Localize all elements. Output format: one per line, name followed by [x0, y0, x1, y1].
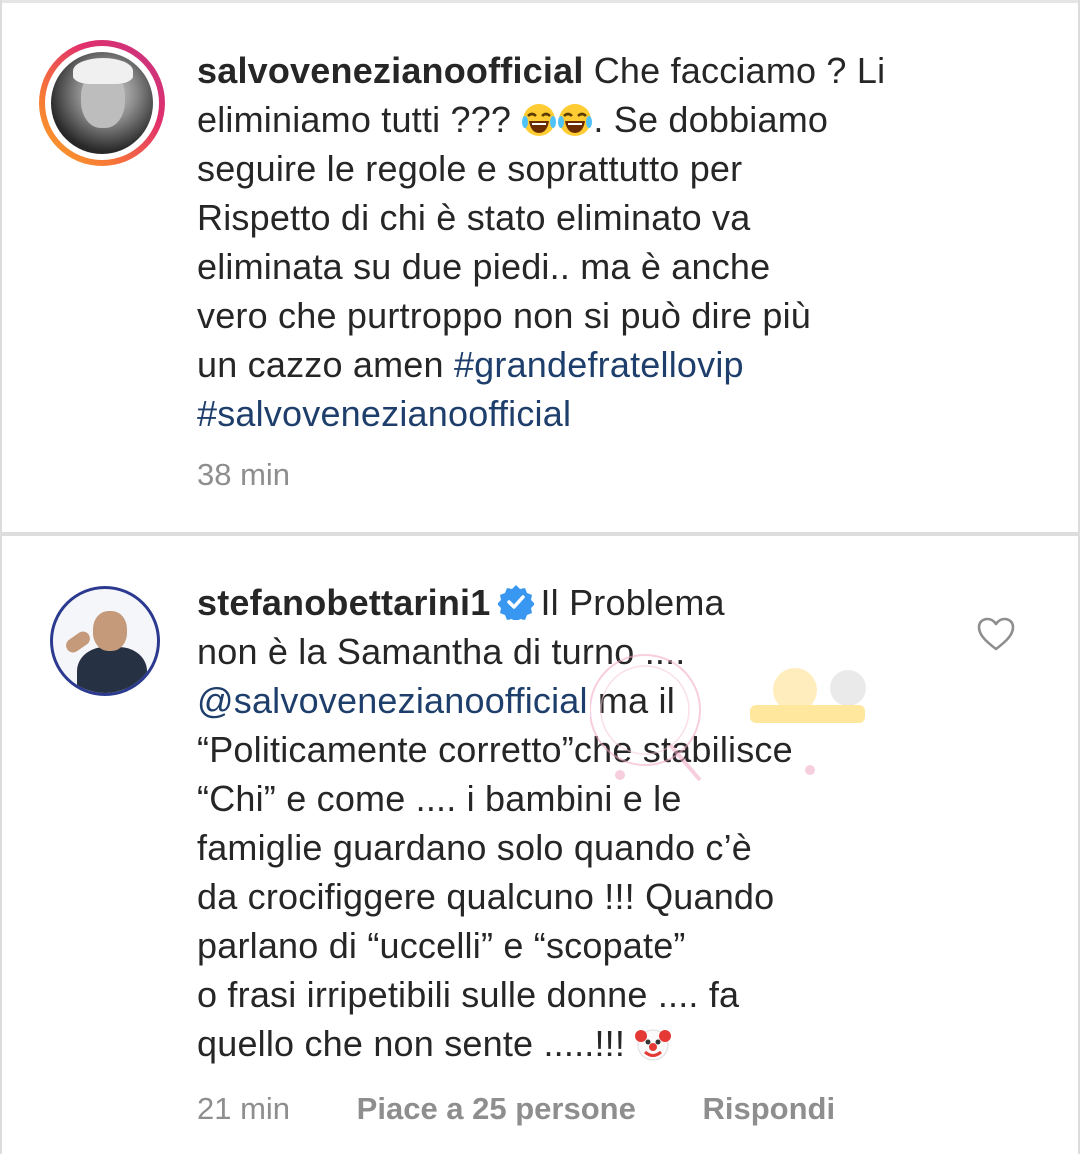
avatar-story-ring[interactable]	[39, 40, 165, 166]
comment-body: stefanobettarini1 Il Problema non è la Sa…	[197, 578, 967, 1068]
comment-time: 38 min	[197, 457, 291, 492]
comment-text: . Se dobbiamo	[593, 99, 829, 140]
verified-badge-icon	[498, 585, 535, 620]
laughing-tears-emoji-icon	[522, 104, 557, 136]
comment-text: eliminiamo tutti ???	[197, 99, 522, 140]
heart-outline-icon[interactable]	[976, 616, 1016, 652]
clown-emoji-icon	[635, 1029, 672, 1061]
comment-text: Che facciamo ? Li	[593, 50, 886, 91]
comment-text: seguire le regole e soprattutto per	[197, 148, 743, 189]
comment-text: eliminata su due piedi.. ma è anche	[197, 246, 771, 287]
likes-count-link[interactable]: Piace a 25 persone	[357, 1091, 636, 1126]
comment-text: parlano di “uccelli” e “scopate”	[197, 925, 686, 966]
comment-text: un cazzo amen	[197, 344, 454, 385]
comment-meta: 21 min Piace a 25 persone Rispondi	[197, 1091, 893, 1127]
mention-link[interactable]: @salvovenezianoofficial	[197, 680, 588, 721]
comment-username[interactable]: salvovenezianoofficial	[197, 50, 584, 91]
comment-text: Il Problema	[540, 582, 725, 623]
divider	[0, 532, 1080, 536]
hashtag-link[interactable]: #salvovenezianoofficial	[197, 393, 571, 434]
comment-text: “Politicamente corretto”che stabilisce	[197, 729, 793, 770]
comment-text: da crocifiggere qualcuno !!! Quando	[197, 876, 775, 917]
comment-time: 21 min	[197, 1091, 291, 1126]
comment-meta: 38 min	[197, 457, 348, 493]
comment-text: famiglie guardano solo quando c’è	[197, 827, 752, 868]
comment-text: vero che purtroppo non si può dire più	[197, 295, 811, 336]
comment-text: quello che non sente .....!!!	[197, 1023, 636, 1064]
laughing-tears-emoji-icon	[558, 104, 593, 136]
hashtag-link[interactable]: #grandefratellovip	[454, 344, 744, 385]
top-border	[0, 0, 1080, 3]
comment-text: Rispetto di chi è stato eliminato va	[197, 197, 751, 238]
comment-text: ma il	[587, 680, 675, 721]
comment-username[interactable]: stefanobettarini1	[197, 582, 490, 623]
avatar	[51, 52, 153, 154]
left-border	[0, 0, 2, 1154]
comment-text: “Chi” e come .... i bambini e le	[197, 778, 682, 819]
avatar[interactable]	[50, 586, 160, 696]
comment-text: non è la Samantha di turno ....	[197, 631, 686, 672]
reply-button[interactable]: Rispondi	[702, 1091, 835, 1126]
comment-body: salvovenezianoofficial Che facciamo ? Li…	[197, 46, 967, 438]
comment-text: o frasi irripetibili sulle donne .... fa	[197, 974, 740, 1015]
